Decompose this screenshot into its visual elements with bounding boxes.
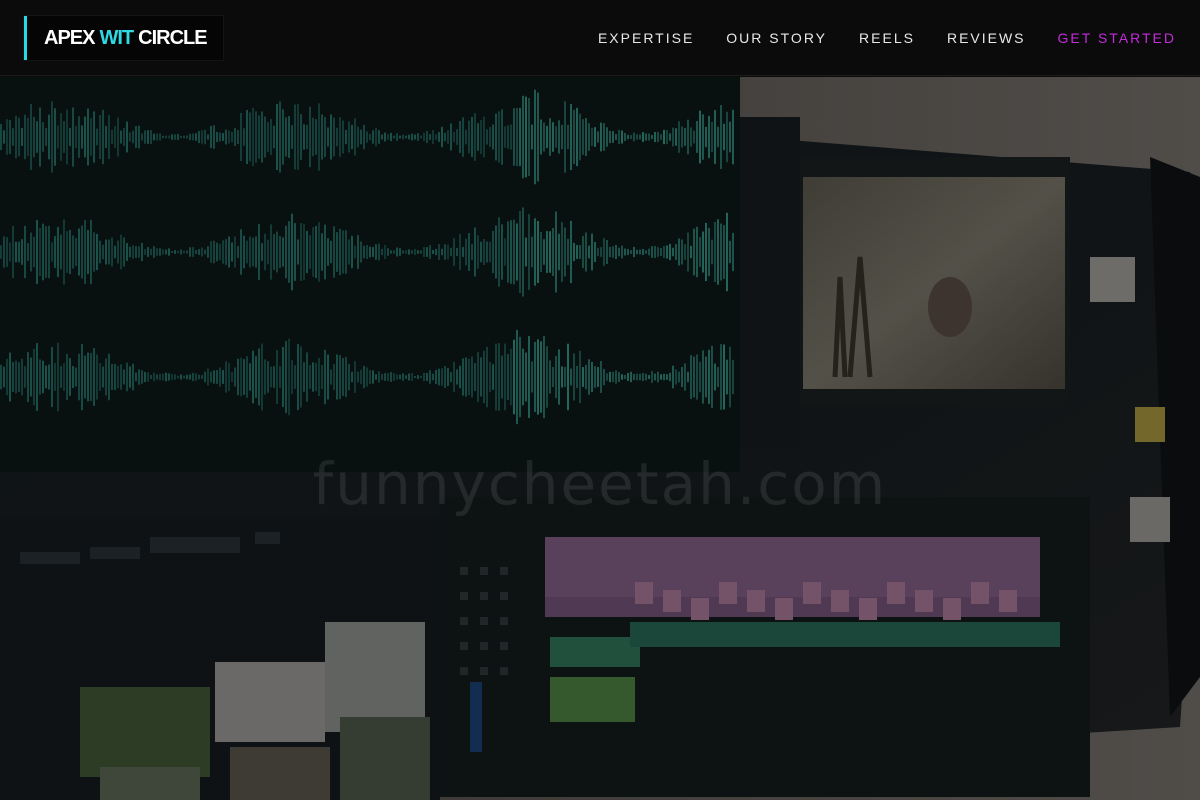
brand-logo[interactable]: APEX WIT CIRCLE [24, 16, 223, 60]
site-header: APEX WIT CIRCLE EXPERTISE OUR STORY REEL… [0, 0, 1200, 76]
nav-link-reels[interactable]: REELS [859, 30, 915, 46]
brand-name-part1: APEX [44, 26, 95, 49]
nav-link-reviews[interactable]: REVIEWS [947, 30, 1026, 46]
watermark-text: funnycheetah.com [312, 450, 888, 518]
hero-section: funnycheetah.com [0, 77, 1200, 800]
brand-name-part3: CIRCLE [138, 26, 207, 49]
hero-dark-overlay [0, 77, 1200, 800]
nav-link-our-story[interactable]: OUR STORY [726, 30, 827, 46]
get-started-button[interactable]: GET STARTED [1058, 30, 1176, 46]
nav-link-expertise[interactable]: EXPERTISE [598, 30, 694, 46]
brand-name-accent: WIT [99, 26, 134, 49]
main-nav: EXPERTISE OUR STORY REELS REVIEWS GET ST… [566, 0, 1176, 76]
